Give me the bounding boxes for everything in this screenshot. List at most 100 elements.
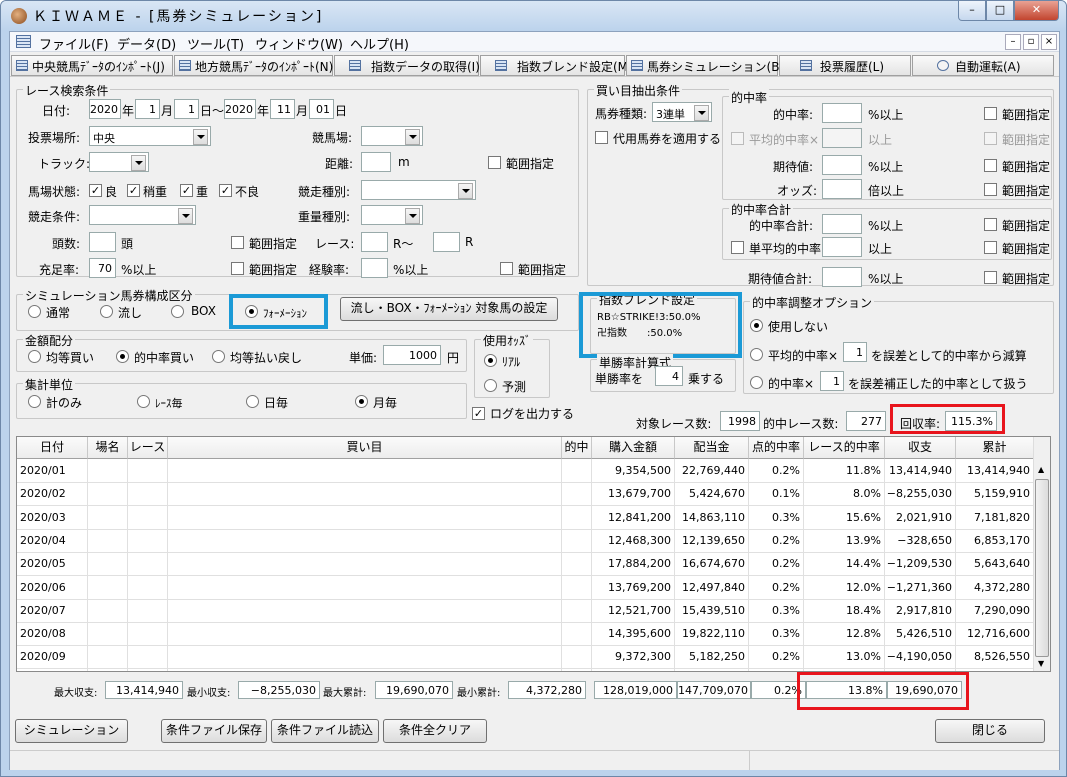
menu-file[interactable]: ファイル(F) (39, 34, 109, 53)
menu-data[interactable]: データ(D) (117, 34, 176, 53)
menu-window[interactable]: ウィンドウ(W) (255, 34, 343, 53)
auto-run-button[interactable]: 自動運転(A) (912, 55, 1054, 76)
col-header-hit[interactable]: 的中 (562, 437, 592, 459)
track-select[interactable] (89, 152, 149, 172)
start-month-field[interactable]: 1 (135, 99, 160, 119)
table-row[interactable]: 2020/07 12,521,700 15,439,510 0.3% 18.4% 2,91… (17, 598, 1034, 623)
clear-conditions-button[interactable]: 条件全クリア (383, 719, 487, 743)
money-hitrate-radio[interactable] (116, 350, 129, 363)
cond-good-checkbox[interactable]: ✓ (89, 184, 102, 197)
unit-price-field[interactable]: 1000 (383, 345, 441, 365)
cond-heavy-checkbox[interactable]: ✓ (180, 184, 193, 197)
odds-field[interactable] (822, 179, 862, 199)
adjust-none-radio[interactable] (750, 319, 763, 332)
sim-normal-radio[interactable] (28, 305, 41, 318)
col-header-venue[interactable]: 場名 (88, 437, 128, 459)
start-year-field[interactable]: 2020 (89, 99, 121, 119)
col-header-race[interactable]: レース (128, 437, 168, 459)
distance-range-checkbox[interactable] (488, 156, 501, 169)
table-row[interactable]: 2020/02 13,679,700 5,424,670 0.1% 8.0% −8,255… (17, 482, 1034, 507)
index-blend-button[interactable]: 指数ブレンド設定(M) (480, 55, 633, 76)
mdi-restore-button[interactable]: ▫ (1023, 34, 1039, 50)
cond-bad-checkbox[interactable]: ✓ (219, 184, 232, 197)
proxy-ticket-checkbox[interactable] (595, 131, 608, 144)
simulation-button[interactable]: シミュレーション (15, 719, 128, 743)
race-type-select[interactable] (361, 180, 476, 200)
sim-box-radio[interactable] (171, 305, 184, 318)
minimize-button[interactable]: – (958, 1, 986, 21)
exp-range-checkbox[interactable] (500, 262, 513, 275)
col-header-point-hit-rate[interactable]: 点的中率 (749, 437, 804, 459)
mdi-close-button[interactable]: × (1041, 34, 1057, 50)
single-avg-range-checkbox[interactable] (984, 241, 997, 254)
race-condition-select[interactable] (89, 205, 196, 225)
vertical-scrollbar[interactable]: ▲ ▼ (1033, 437, 1050, 671)
table-row[interactable]: 2020/03 12,841,200 14,863,110 0.3% 15.6% 2,02… (17, 505, 1034, 530)
get-index-button[interactable]: 指数データの取得(I) (334, 55, 480, 76)
venue-select[interactable]: 中央 (89, 126, 211, 146)
experience-field[interactable] (361, 258, 388, 278)
menu-help[interactable]: ヘルプ(H) (350, 34, 409, 53)
race-to-field[interactable] (433, 232, 460, 252)
col-header-cumulative[interactable]: 累計 (956, 437, 1034, 459)
col-header-date[interactable]: 日付 (17, 437, 88, 459)
adjust-avg-field[interactable]: 1 (843, 342, 867, 362)
fill-rate-field[interactable]: 70 (89, 258, 116, 278)
mdi-document-icon[interactable] (16, 35, 31, 48)
expected-total-range-checkbox[interactable] (984, 271, 997, 284)
target-horse-settings-button[interactable]: 流し・BOX・ﾌｫｰﾒｰｼｮﾝ 対象馬の設定 (340, 297, 558, 321)
distance-field[interactable] (361, 152, 391, 172)
col-header-purchase[interactable]: 購入金額 (592, 437, 675, 459)
agg-race-radio[interactable] (137, 395, 150, 408)
race-from-field[interactable] (361, 232, 388, 252)
end-day-field[interactable]: 01 (309, 99, 334, 119)
maximize-button[interactable]: □ (986, 1, 1014, 21)
scroll-down-arrow-icon[interactable]: ▼ (1038, 659, 1044, 668)
scroll-up-arrow-icon[interactable]: ▲ (1038, 465, 1044, 474)
agg-day-radio[interactable] (246, 395, 259, 408)
agg-total-radio[interactable] (28, 395, 41, 408)
avg-hit-checkbox[interactable] (731, 132, 744, 145)
cond-slightly-heavy-checkbox[interactable]: ✓ (127, 184, 140, 197)
expected-range-checkbox[interactable] (984, 159, 997, 172)
close-button[interactable]: 閉じる (935, 719, 1045, 743)
table-row[interactable]: 2020/04 12,468,300 12,139,650 0.2% 13.9% −328… (17, 528, 1034, 553)
odds-real-radio[interactable] (484, 354, 497, 367)
ticket-simulation-button[interactable]: 馬券シミュレーション(B) (626, 55, 784, 76)
money-equal-payout-radio[interactable] (212, 350, 225, 363)
odds-range-checkbox[interactable] (984, 183, 997, 196)
fill-range-checkbox[interactable] (231, 262, 244, 275)
money-equal-radio[interactable] (28, 350, 41, 363)
sim-nagashi-radio[interactable] (100, 305, 113, 318)
single-avg-field[interactable] (822, 237, 862, 257)
avg-hit-field[interactable] (822, 128, 862, 148)
log-output-checkbox[interactable]: ✓ (472, 407, 485, 420)
table-row[interactable]: 2020/05 17,884,200 16,674,670 0.2% 14.4% −1,2… (17, 552, 1034, 577)
expected-total-field[interactable] (822, 267, 862, 287)
start-day-field[interactable]: 1 (174, 99, 199, 119)
hit-rate-range-checkbox[interactable] (984, 107, 997, 120)
col-header-payout[interactable]: 配当金 (675, 437, 749, 459)
course-select[interactable] (361, 126, 423, 146)
table-row[interactable]: 2020/08 14,395,600 19,822,110 0.3% 12.8% 5,42… (17, 622, 1034, 647)
import-central-button[interactable]: 中央競馬ﾃﾞｰﾀのｲﾝﾎﾟｰﾄ(J) (11, 55, 173, 76)
adjust-rate-field[interactable]: 1 (820, 371, 844, 391)
adjust-rate-radio[interactable] (750, 376, 763, 389)
avg-hit-range-checkbox[interactable] (984, 132, 997, 145)
col-header-race-hit-rate[interactable]: レース的中率 (804, 437, 885, 459)
heads-range-checkbox[interactable] (231, 236, 244, 249)
weight-type-select[interactable] (361, 205, 423, 225)
hit-total-field[interactable] (822, 214, 862, 234)
win-rate-power-field[interactable]: 4 (655, 366, 683, 386)
mdi-minimize-button[interactable]: – (1005, 34, 1021, 50)
odds-forecast-radio[interactable] (484, 379, 497, 392)
save-conditions-button[interactable]: 条件ファイル保存 (161, 719, 267, 743)
col-header-balance[interactable]: 収支 (885, 437, 956, 459)
table-row[interactable]: 2020/09 9,372,300 5,182,250 0.2% 13.0% −4,190… (17, 645, 1034, 670)
vote-history-button[interactable]: 投票履歴(L) (779, 55, 911, 76)
end-year-field[interactable]: 2020 (224, 99, 256, 119)
table-row[interactable]: 2020/01 9,354,500 22,769,440 0.2% 11.8% 13,41… (17, 459, 1034, 483)
hit-rate-field[interactable] (822, 103, 862, 123)
scroll-thumb[interactable] (1035, 479, 1049, 657)
load-conditions-button[interactable]: 条件ファイル読込 (271, 719, 379, 743)
